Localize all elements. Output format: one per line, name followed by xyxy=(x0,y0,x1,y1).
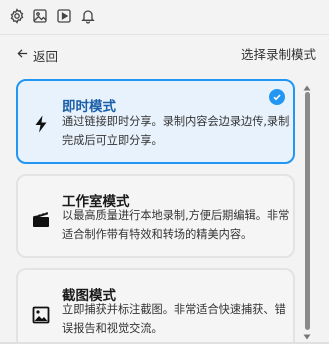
mode-description: 以最高质量进行本地录制,方便后期编辑。非常适合制作带有特效和转场的精美内容。 xyxy=(62,209,290,241)
scroll-down-icon[interactable] xyxy=(302,333,312,341)
back-label: 返回 xyxy=(33,48,59,64)
mode-card-studio[interactable]: 工作室模式 以最高质量进行本地录制,方便后期编辑。非常适合制作带有特效和转场的精… xyxy=(16,174,295,258)
mode-card-instant[interactable]: 即时模式 通过链接即时分享。录制内容会边录边传,录制完成后可立即分享。 xyxy=(16,79,295,164)
bell-icon[interactable] xyxy=(79,7,97,25)
video-icon[interactable] xyxy=(55,7,73,25)
nav-bar: 返回 选择录制模式 xyxy=(0,44,329,66)
picture-icon xyxy=(30,304,52,326)
scroll-up-icon[interactable] xyxy=(302,84,312,92)
top-toolbar xyxy=(0,0,329,34)
clapperboard-icon xyxy=(30,208,52,230)
mode-description: 通过链接即时分享。录制内容会边录边传,录制完成后可立即分享。 xyxy=(62,115,290,147)
back-button[interactable]: 返回 xyxy=(16,44,58,66)
arrow-left-icon xyxy=(16,47,29,63)
mode-description: 立即捕获并标注截图。非常适合快速捕获、错误报告和视觉交流。 xyxy=(62,303,286,335)
lightning-icon xyxy=(30,113,52,135)
check-icon xyxy=(269,89,285,105)
toolbar-divider xyxy=(0,34,329,35)
image-icon[interactable] xyxy=(31,7,49,25)
scrollbar-thumb[interactable] xyxy=(305,92,310,330)
mode-list: 即时模式 通过链接即时分享。录制内容会边录边传,录制完成后可立即分享。 工作室模… xyxy=(16,79,299,344)
gear-icon[interactable] xyxy=(8,7,26,25)
mode-card-screenshot[interactable]: 截图模式 立即捕获并标注截图。非常适合快速捕获、错误报告和视觉交流。 xyxy=(16,268,295,344)
page-title: 选择录制模式 xyxy=(240,47,316,62)
